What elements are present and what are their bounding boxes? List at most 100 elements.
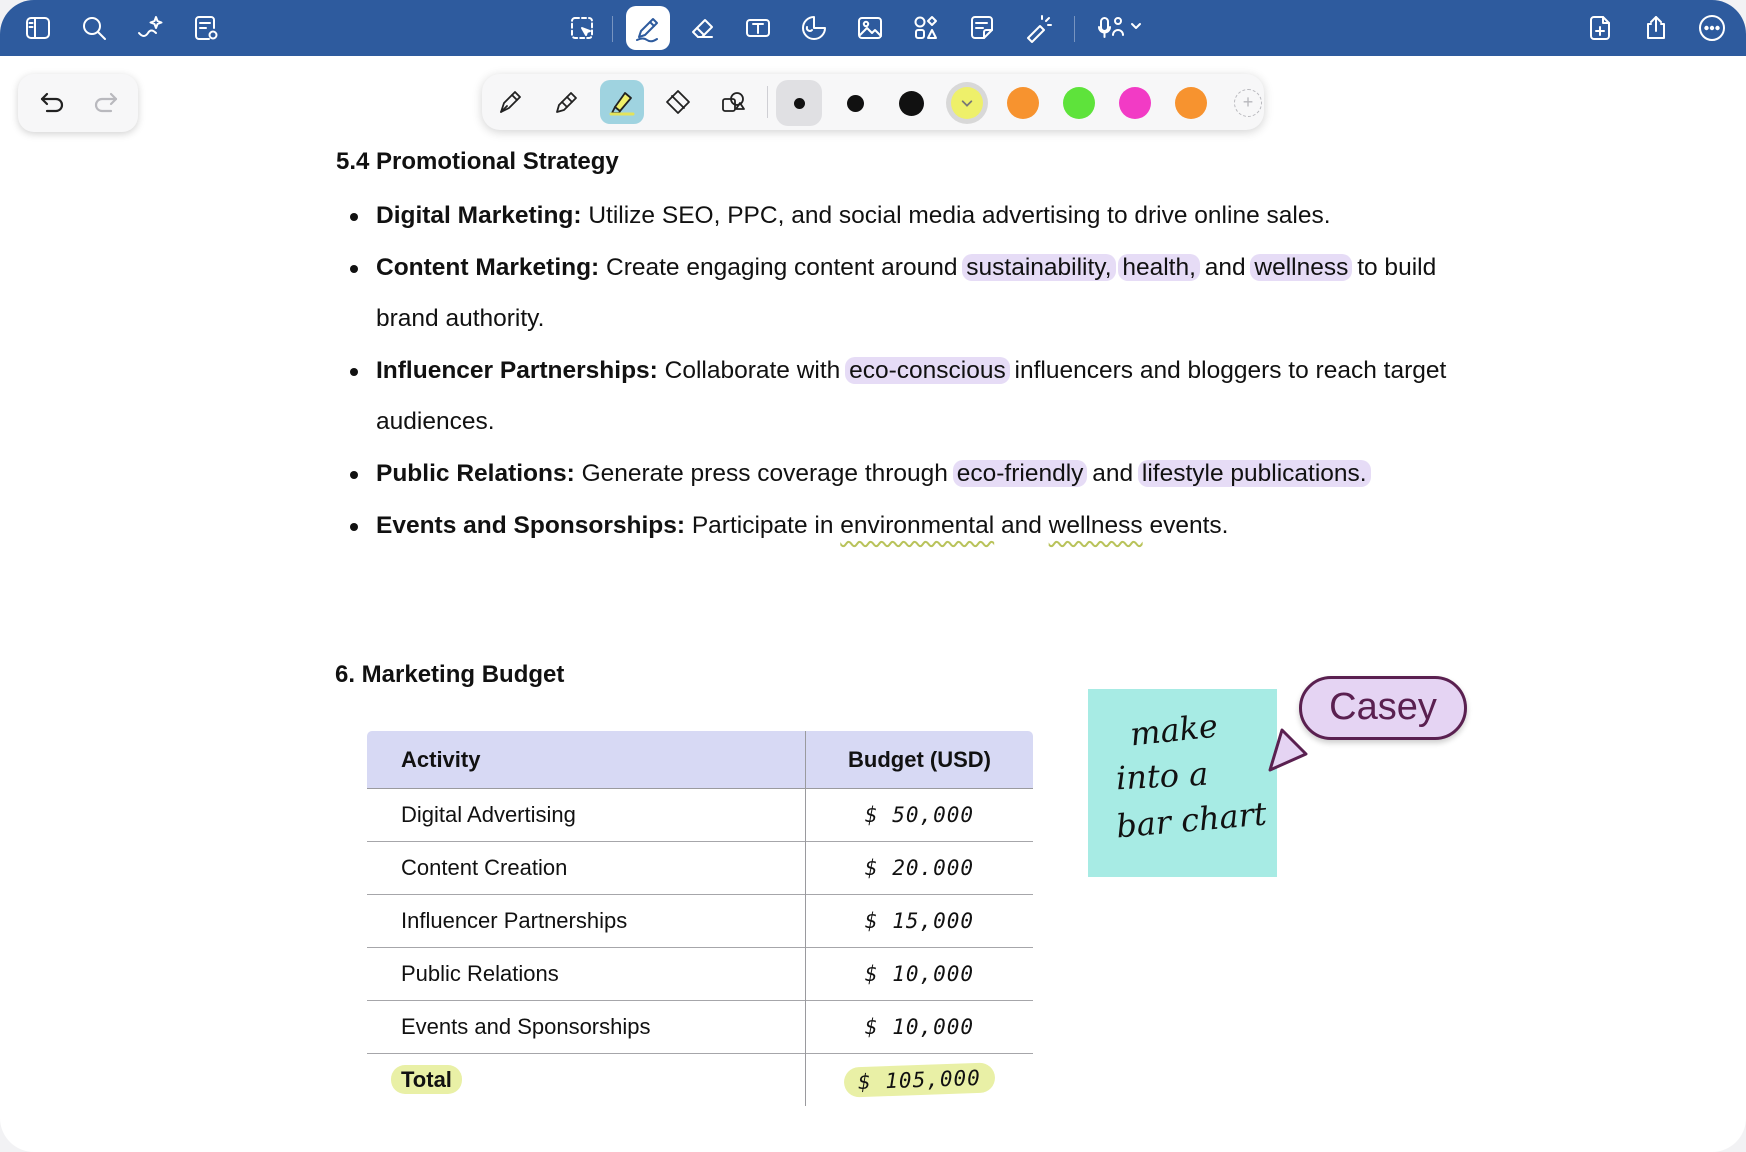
swatch-orange-2[interactable] (1168, 80, 1214, 126)
budget-table: Activity Budget (USD) Digital Advertisin… (366, 730, 1034, 1107)
swatch-small-black[interactable] (776, 80, 822, 126)
pen-icon[interactable] (626, 6, 670, 50)
list-item: Influencer Partnerships: Collaborate wit… (350, 345, 1460, 448)
item-label: Digital Marketing: (376, 202, 582, 229)
table-header-row: Activity Budget (USD) (367, 731, 1033, 789)
color-swatch (1007, 87, 1039, 119)
note-settings-icon[interactable] (186, 8, 226, 48)
swatch-pink[interactable] (1112, 80, 1158, 126)
name-tag-pointer-icon (1268, 728, 1308, 772)
table-row: Influencer Partnerships $ 15,000 (367, 894, 1033, 948)
item-label: Public Relations: (376, 459, 575, 487)
color-swatch (1119, 87, 1151, 119)
item-label: Events and Sponsorships: (376, 511, 686, 539)
sticky-note[interactable]: make into a bar chart (1088, 689, 1277, 877)
swatch-orange[interactable] (1000, 80, 1046, 126)
highlighted-word: sustainability, (962, 253, 1116, 281)
checkmark-icon (951, 87, 983, 119)
highlighter-icon[interactable] (600, 80, 644, 124)
color-swatch (946, 82, 988, 124)
sticky-note-line: bar chart (1114, 794, 1269, 846)
item-text: Collaborate with (657, 356, 848, 384)
eraser-icon[interactable] (682, 8, 722, 48)
list-item: Digital Marketing: Utilize SEO, PPC, and… (350, 190, 1460, 242)
shapes-icon[interactable] (794, 8, 834, 48)
section-heading-6: 6. Marketing Budget (335, 661, 565, 688)
activity-cell: Content Creation (367, 841, 806, 895)
highlighted-word: eco-friendly (952, 459, 1088, 487)
highlighted-word: eco-conscious (845, 356, 1010, 384)
color-swatch (846, 94, 864, 112)
promotional-strategy-list: Digital Marketing: Utilize SEO, PPC, and… (350, 190, 1460, 551)
budget-cell: $ 10,000 (805, 1000, 1033, 1054)
top-toolbar (0, 0, 1746, 56)
item-text: and (994, 511, 1049, 539)
more-icon[interactable] (1692, 8, 1732, 48)
color-swatch (898, 90, 924, 116)
budget-cell: $ 10,000 (805, 947, 1033, 1001)
audio-record-icon[interactable] (1088, 8, 1152, 48)
item-text: Participate in (685, 511, 841, 539)
swatch-medium-black[interactable] (832, 80, 878, 126)
image-icon[interactable] (850, 8, 890, 48)
search-icon[interactable] (74, 8, 114, 48)
activity-cell: Influencer Partnerships (367, 894, 806, 948)
item-text: Generate press coverage through (574, 459, 955, 487)
table-total-row: Total $ 105,000 (367, 1053, 1033, 1106)
list-item: Content Marketing: Create engaging conte… (350, 242, 1460, 345)
budget-cell: $ 15,000 (805, 894, 1033, 948)
activity-cell: Events and Sponsorships (367, 1000, 806, 1054)
sticky-note-icon[interactable] (962, 8, 1002, 48)
budget-cell: $ 20.000 (805, 841, 1033, 895)
swatch-green[interactable] (1056, 80, 1102, 126)
shape-tool-icon[interactable] (712, 80, 756, 124)
add-page-icon[interactable] (1580, 8, 1620, 48)
section-heading-5-4: 5.4 Promotional Strategy (336, 148, 619, 175)
item-text: and (1085, 459, 1140, 487)
color-swatch (1063, 87, 1095, 119)
table-row: Events and Sponsorships $ 10,000 (367, 1000, 1033, 1054)
table-row: Public Relations $ 10,000 (367, 947, 1033, 1001)
app-window: + 5.4 Promotional Strategy Digital Marke… (0, 0, 1746, 1152)
sticky-note-line: make (1128, 706, 1220, 754)
column-header-activity: Activity (367, 731, 806, 789)
swatch-large-black[interactable] (888, 80, 934, 126)
fountain-pen-icon[interactable] (488, 80, 532, 124)
highlighted-word: lifestyle publications. (1137, 459, 1371, 487)
list-item: Public Relations: Generate press coverag… (350, 448, 1460, 500)
color-swatch (793, 97, 805, 109)
collaborator-name-tag: Casey (1299, 676, 1467, 740)
list-item: Events and Sponsorships: Participate in … (350, 500, 1460, 552)
undo-button[interactable] (34, 87, 68, 119)
sticky-note-line: into a (1115, 754, 1210, 798)
table-row: Content Creation $ 20.000 (367, 841, 1033, 895)
add-color-button[interactable]: + (1234, 89, 1262, 117)
pen-palette: + (482, 74, 1264, 130)
lasso-select-icon[interactable] (562, 8, 602, 48)
text-box-icon[interactable] (738, 8, 778, 48)
budget-cell: $ 50,000 (805, 788, 1033, 842)
total-label: Total (391, 1065, 462, 1094)
activity-cell: Public Relations (367, 947, 806, 1001)
item-label: Content Marketing: (376, 253, 600, 281)
ball-pen-icon[interactable] (544, 80, 588, 124)
highlighted-word: wellness (1250, 253, 1353, 281)
color-swatch (1175, 87, 1207, 119)
total-amount: $ 105,000 (843, 1062, 996, 1098)
eraser-tip-icon[interactable] (656, 80, 700, 124)
redo-button[interactable] (90, 87, 124, 119)
item-text: and (1197, 253, 1253, 281)
swatch-yellow[interactable] (944, 80, 990, 126)
table-row: Digital Advertising $ 50,000 (367, 788, 1033, 842)
sparkle-assistant-icon[interactable] (130, 8, 170, 48)
elements-icon[interactable] (906, 8, 946, 48)
laser-pointer-icon[interactable] (1018, 8, 1058, 48)
squiggle-underlined-word: environmental (840, 511, 995, 539)
sidebar-icon[interactable] (18, 8, 58, 48)
item-text: events. (1142, 511, 1229, 539)
item-label: Influencer Partnerships: (376, 356, 658, 384)
column-header-budget: Budget (USD) (805, 731, 1033, 789)
highlighted-word: health, (1118, 253, 1200, 281)
share-icon[interactable] (1636, 8, 1676, 48)
activity-cell: Digital Advertising (367, 788, 806, 842)
